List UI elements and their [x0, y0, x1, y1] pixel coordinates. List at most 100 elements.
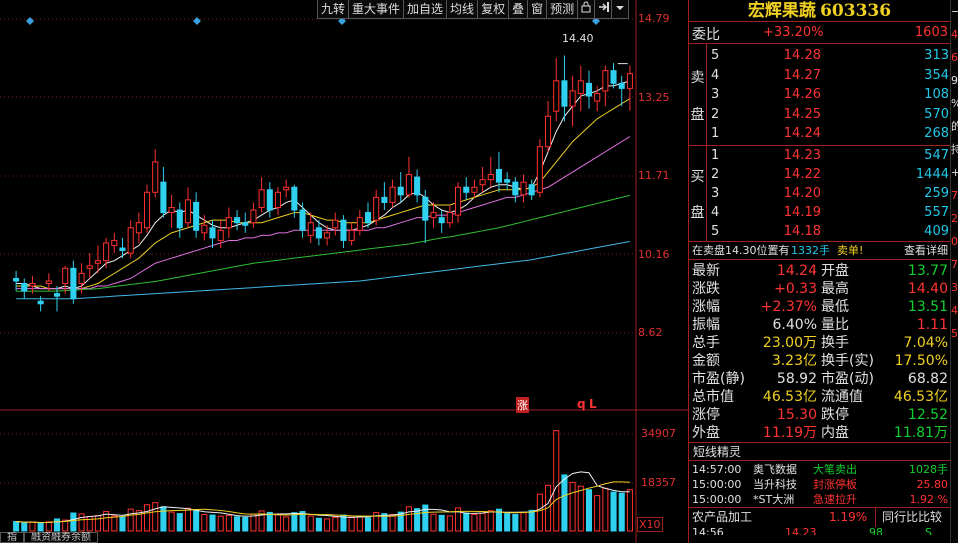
- candle-body: [103, 242, 110, 262]
- asks-level: 3: [711, 87, 720, 102]
- toolbar-btn-overlay[interactable]: 叠: [508, 0, 529, 19]
- tab-margin-balance[interactable]: 融资融券余额: [24, 532, 98, 543]
- bids-row[interactable]: 2 14.22 1444: [689, 165, 951, 184]
- candle-body: [242, 222, 249, 226]
- asks-price: 14.26: [783, 87, 821, 102]
- candle-body: [455, 186, 462, 216]
- stat-row: 外盘 11.19万 内盘 11.81万: [689, 424, 950, 442]
- toolbar-btn-jiuzhuan[interactable]: 九转: [317, 0, 350, 19]
- edge-glyph: 7: [951, 258, 958, 271]
- bids-price: 14.19: [783, 205, 821, 220]
- volume-bar: [528, 509, 535, 532]
- toolbar-btn-add-watchlist[interactable]: 加自选: [403, 0, 448, 19]
- volume-bar: [225, 514, 232, 532]
- bids-level: 1: [711, 148, 720, 163]
- toolbar-btn-window[interactable]: 窗: [527, 0, 548, 19]
- dropdown-icon[interactable]: [611, 0, 630, 19]
- stat-value: 46.53亿: [893, 389, 948, 405]
- lock-icon[interactable]: [577, 0, 596, 19]
- stock-code: 603336: [820, 1, 892, 21]
- asks-row[interactable]: 5 14.28 313: [689, 46, 951, 66]
- elf-value: 1028手: [909, 463, 948, 476]
- stat-row: 最新 14.24 开盘 13.77: [689, 262, 950, 280]
- industry-compare-button[interactable]: 同行比比较: [874, 508, 942, 527]
- short-term-elf-item[interactable]: 14:57:00 奥飞数据 大笔卖出 1028手: [689, 462, 950, 477]
- volume-bar: [53, 518, 61, 532]
- q-marker: q: [577, 397, 586, 411]
- candle-body: [234, 217, 241, 224]
- edge-glyph: 4: [951, 28, 958, 41]
- stat-value: 14.24: [776, 263, 817, 279]
- stat-row: 市盈(静) 58.92 市盈(动) 68.82: [689, 370, 950, 388]
- candle-body: [217, 229, 224, 241]
- price-axis-label: 8.62: [638, 326, 663, 339]
- volume-bar: [242, 516, 249, 532]
- stat-row: 振幅 6.40% 量比 1.11: [689, 316, 950, 334]
- weibi-row: 委比 +33.20% 1603: [689, 22, 950, 44]
- volume-bar: [127, 508, 134, 532]
- candle-body: [356, 217, 363, 231]
- volume-bar: [561, 474, 568, 532]
- price-axis-label: 14.79: [638, 12, 670, 25]
- candle-body: [266, 189, 273, 211]
- volume-bar: [37, 522, 44, 532]
- volume-bar: [463, 512, 470, 532]
- candle-body: [585, 82, 593, 97]
- bids-row[interactable]: 3 14.20 259: [689, 184, 951, 203]
- edge-glyph: 5: [951, 327, 958, 340]
- candle-body: [495, 168, 502, 183]
- stat-label: 涨幅: [692, 299, 720, 315]
- toolbar-btn-major-events[interactable]: 重大事件: [348, 0, 405, 19]
- candle-body: [315, 227, 322, 239]
- candle-body: [504, 179, 511, 183]
- edge-glyph: −: [951, 0, 958, 23]
- volume-bar: [13, 521, 20, 532]
- big-order-notice: 在卖盘14.30位置有 1332手 卖单! 查看详细: [689, 242, 950, 260]
- kline-chart[interactable]: [0, 0, 688, 543]
- edge-strip: − 4 6 9%的持+7 2 0 7 3 4 5: [950, 0, 958, 543]
- volume-bar: [86, 516, 93, 532]
- candle-body: [201, 224, 208, 234]
- volume-bar: [21, 522, 28, 532]
- last-trade-volume: 98: [869, 527, 883, 535]
- stat-label: 最高: [821, 281, 849, 297]
- bids-row[interactable]: 4 14.19 557: [689, 203, 951, 222]
- stat-label: 涨跌: [692, 281, 720, 297]
- volume-bar: [274, 514, 282, 532]
- tab-indicator[interactable]: 指: [0, 532, 24, 543]
- notice-tail: 卖单!: [837, 244, 864, 257]
- volume-bar: [184, 507, 191, 532]
- stat-value: 58.92: [776, 371, 817, 387]
- stat-value: 3.23亿: [771, 353, 817, 369]
- asks-row[interactable]: 2 14.25 570: [689, 105, 951, 125]
- toolbar-btn-forecast[interactable]: 预测: [546, 0, 579, 19]
- candle-body: [373, 196, 380, 221]
- view-detail-link[interactable]: 查看详细: [904, 242, 948, 260]
- volume-bar: [29, 521, 36, 532]
- volume-bar: [201, 513, 208, 532]
- asks-row[interactable]: 4 14.27 354: [689, 66, 951, 86]
- short-term-elf-item[interactable]: 15:00:00 *ST大洲 急速拉升 1.92 %: [689, 492, 950, 507]
- volume-bar: [291, 512, 298, 532]
- candle-body: [21, 283, 28, 292]
- kline-chart-panel[interactable]: 九转 重大事件 加自选 均线 复权 叠 窗 预测 14.79 13.25 11.…: [0, 0, 688, 543]
- exit-icon[interactable]: [594, 0, 613, 19]
- volume-bar: [446, 515, 453, 532]
- short-term-elf-item[interactable]: 15:00:00 当升科技 封涨停板 25.80: [689, 477, 950, 492]
- bids-row[interactable]: 5 14.18 409: [689, 222, 951, 241]
- candle-body: [291, 186, 298, 211]
- stat-value: 13.51: [907, 299, 948, 315]
- volume-axis-label: 18357: [641, 476, 676, 489]
- stat-label: 涨停: [692, 407, 720, 423]
- asks-row[interactable]: 1 14.24 268: [689, 124, 951, 144]
- stat-label: 跌停: [821, 407, 849, 423]
- bids-row[interactable]: 1 14.23 547: [689, 146, 951, 165]
- stat-label: 最低: [821, 299, 849, 315]
- asks-level: 1: [711, 126, 720, 141]
- candle-body: [438, 217, 445, 224]
- toolbar-btn-adjust[interactable]: 复权: [477, 0, 510, 19]
- asks-row[interactable]: 3 14.26 108: [689, 85, 951, 105]
- toolbar-btn-moving-average[interactable]: 均线: [446, 0, 479, 19]
- bids-price: 14.23: [783, 148, 821, 163]
- candle-body: [414, 176, 421, 196]
